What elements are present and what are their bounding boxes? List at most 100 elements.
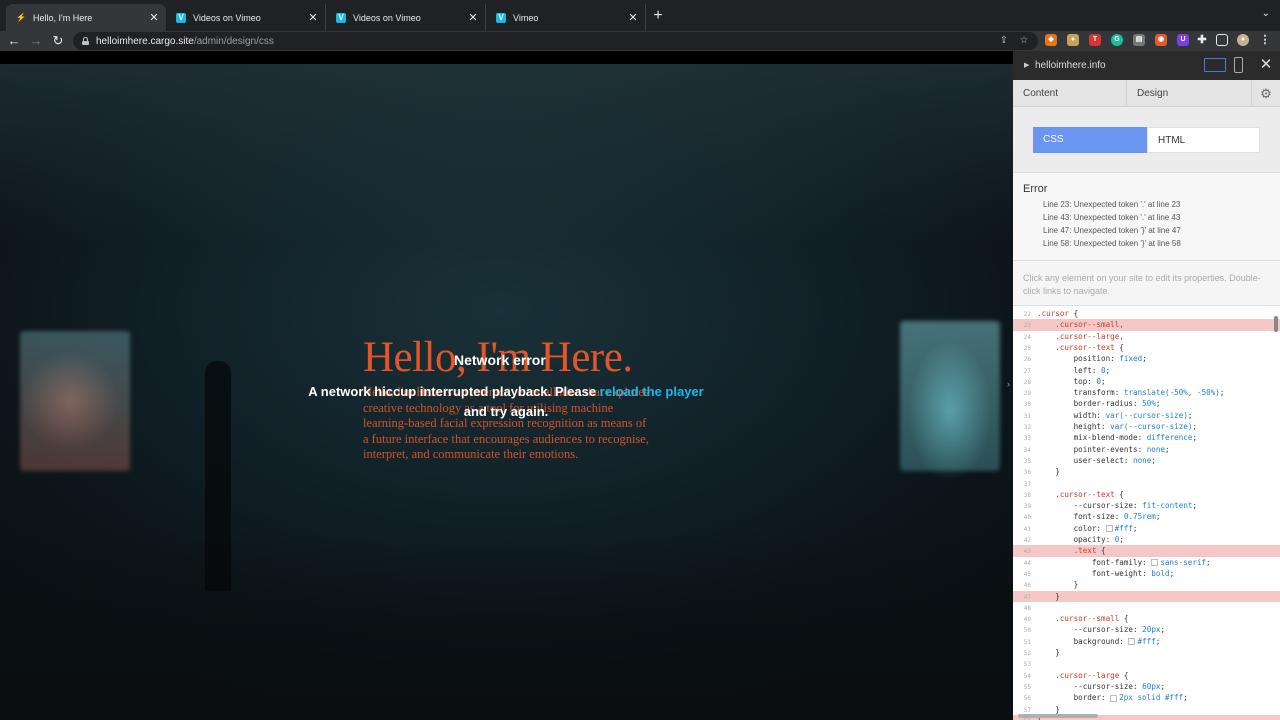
- css-code-editor[interactable]: 22 .cursor {23 .cursor--small, 24 .cursor-…: [1013, 305, 1280, 720]
- code-line-error[interactable]: 43 .text {: [1013, 545, 1280, 557]
- code-line[interactable]: 54 .cursor--large {: [1013, 670, 1280, 681]
- code-line[interactable]: 22 .cursor {: [1013, 308, 1280, 319]
- code-text[interactable]: }: [1037, 648, 1060, 657]
- lock-icon[interactable]: [82, 37, 89, 45]
- address-bar[interactable]: helloimhere.cargo.site/admin/design/css …: [73, 32, 1038, 50]
- code-line[interactable]: 45 font-weight: bold;: [1013, 568, 1280, 579]
- html-toggle-button[interactable]: HTML: [1147, 127, 1260, 153]
- code-text[interactable]: left: 0;: [1037, 366, 1111, 375]
- code-text[interactable]: }: [1037, 592, 1060, 601]
- reload-player-link[interactable]: reload the player: [600, 384, 704, 399]
- extension-icon[interactable]: ▤: [1133, 34, 1145, 46]
- code-line[interactable]: 27 left: 0;: [1013, 365, 1280, 376]
- code-line[interactable]: 26 position: fixed;: [1013, 353, 1280, 364]
- code-text[interactable]: border-radius: 50%;: [1037, 399, 1161, 408]
- color-swatch[interactable]: [1110, 694, 1118, 702]
- code-line[interactable]: 31 width: var(--cursor-size);: [1013, 410, 1280, 421]
- site-preview[interactable]: › Hello, I'm Here. Hello, I'm Here is an…: [0, 51, 1013, 720]
- desktop-view-icon[interactable]: [1204, 58, 1226, 72]
- code-text[interactable]: }: [1037, 580, 1079, 589]
- code-line-error[interactable]: 47 }: [1013, 590, 1280, 602]
- code-line[interactable]: 32 height: var(--cursor-size);: [1013, 421, 1280, 432]
- code-vertical-scrollbar[interactable]: [1274, 316, 1278, 332]
- code-line[interactable]: 36 }: [1013, 466, 1280, 477]
- code-line[interactable]: 35 user-select: none;: [1013, 455, 1280, 466]
- new-tab-button[interactable]: +: [650, 6, 666, 26]
- tab-design[interactable]: Design: [1127, 80, 1252, 107]
- code-text[interactable]: height: var(--cursor-size);: [1037, 422, 1197, 431]
- browser-tab[interactable]: V Videos on Vimeo ✕: [326, 4, 486, 31]
- reload-icon[interactable]: ↻: [50, 33, 66, 49]
- code-text[interactable]: color: #fff;: [1037, 524, 1138, 533]
- code-text[interactable]: --cursor-size: 20px;: [1037, 625, 1165, 634]
- code-text[interactable]: --cursor-size: 60px;: [1037, 682, 1165, 691]
- code-text[interactable]: user-select: none;: [1037, 456, 1156, 465]
- share-icon[interactable]: ⇪: [997, 34, 1011, 48]
- profile-avatar-icon[interactable]: ●: [1237, 34, 1249, 46]
- extension-tp-icon[interactable]: T: [1089, 34, 1101, 46]
- code-text[interactable]: }: [1037, 467, 1060, 476]
- code-line[interactable]: 30 border-radius: 50%;: [1013, 398, 1280, 409]
- back-icon[interactable]: ←: [6, 33, 22, 49]
- code-line[interactable]: 29 transform: translate(-50%, -50%);: [1013, 387, 1280, 398]
- code-text[interactable]: .cursor--text {: [1037, 490, 1124, 499]
- expand-arrow-icon[interactable]: ▶: [1024, 61, 1029, 69]
- code-line[interactable]: 39 --cursor-size: fit-content;: [1013, 500, 1280, 511]
- code-text[interactable]: border: 2px solid #fff;: [1037, 693, 1188, 702]
- extension-icon[interactable]: ●: [1067, 34, 1079, 46]
- code-text[interactable]: .text {: [1037, 546, 1106, 555]
- metamask-extension-icon[interactable]: ◆: [1045, 34, 1057, 46]
- chevron-right-icon[interactable]: ›: [1007, 379, 1010, 389]
- code-line[interactable]: 50 --cursor-size: 20px;: [1013, 624, 1280, 635]
- code-line[interactable]: 49 .cursor--small {: [1013, 613, 1280, 624]
- tab-close-icon[interactable]: ✕: [307, 11, 319, 24]
- code-text[interactable]: transform: translate(-50%, -50%);: [1037, 388, 1225, 397]
- forward-icon[interactable]: →: [28, 33, 44, 49]
- code-line-error[interactable]: 23 .cursor--small,: [1013, 319, 1280, 331]
- tab-close-icon[interactable]: ✕: [148, 11, 160, 24]
- extension-icon[interactable]: ◉: [1155, 34, 1167, 46]
- grammarly-extension-icon[interactable]: G: [1111, 34, 1123, 46]
- code-text[interactable]: pointer-events: none;: [1037, 445, 1170, 454]
- tab-content[interactable]: Content: [1013, 80, 1127, 107]
- code-line[interactable]: 53: [1013, 658, 1280, 669]
- tab-close-icon[interactable]: ✕: [627, 11, 639, 24]
- gear-icon[interactable]: ⚙: [1258, 86, 1274, 102]
- code-text[interactable]: .cursor {: [1037, 309, 1078, 318]
- code-text[interactable]: font-size: 0.75rem;: [1037, 512, 1161, 521]
- code-line[interactable]: 44 font-family: sans-serif;: [1013, 557, 1280, 568]
- tab-search-icon[interactable]: ⌄: [1262, 8, 1270, 19]
- code-line[interactable]: 48: [1013, 602, 1280, 613]
- panel-site-name[interactable]: helloimhere.info: [1035, 60, 1106, 71]
- code-text[interactable]: width: var(--cursor-size);: [1037, 411, 1193, 420]
- code-text[interactable]: --cursor-size: fit-content;: [1037, 501, 1197, 510]
- extensions-puzzle-icon[interactable]: ✚: [1196, 34, 1208, 46]
- browser-tab[interactable]: V Vimeo ✕: [486, 4, 646, 31]
- code-line[interactable]: 34 pointer-events: none;: [1013, 444, 1280, 455]
- code-text[interactable]: opacity: 0;: [1037, 535, 1124, 544]
- code-text[interactable]: .cursor--text {: [1037, 343, 1124, 352]
- code-horizontal-scrollbar[interactable]: [1018, 714, 1098, 718]
- code-text[interactable]: .cursor--small {: [1037, 614, 1128, 623]
- code-text[interactable]: .cursor--large {: [1037, 671, 1128, 680]
- code-line[interactable]: 56 border: 2px solid #fff;: [1013, 692, 1280, 703]
- code-text[interactable]: .cursor--large,: [1037, 332, 1124, 341]
- code-line[interactable]: 52 }: [1013, 647, 1280, 658]
- css-toggle-button[interactable]: CSS: [1033, 127, 1147, 153]
- code-line[interactable]: 51 background: #fff;: [1013, 636, 1280, 647]
- code-line[interactable]: 41 color: #fff;: [1013, 523, 1280, 534]
- code-line[interactable]: 33 mix-blend-mode: difference;: [1013, 432, 1280, 443]
- code-text[interactable]: font-family: sans-serif;: [1037, 558, 1211, 567]
- mobile-view-icon[interactable]: [1234, 57, 1243, 73]
- code-line[interactable]: 40 font-size: 0.75rem;: [1013, 511, 1280, 522]
- code-text[interactable]: }: [1037, 705, 1060, 714]
- code-line[interactable]: 46 }: [1013, 579, 1280, 590]
- code-line[interactable]: 38 .cursor--text {: [1013, 489, 1280, 500]
- code-line[interactable]: 28 top: 0;: [1013, 376, 1280, 387]
- bookmark-star-icon[interactable]: ☆: [1017, 34, 1031, 48]
- extension-icon[interactable]: U: [1177, 34, 1189, 46]
- code-line[interactable]: 24 .cursor--large,: [1013, 331, 1280, 342]
- code-text[interactable]: background: #fff;: [1037, 637, 1161, 646]
- code-line[interactable]: 42 opacity: 0;: [1013, 534, 1280, 545]
- close-icon[interactable]: ✕: [1258, 56, 1274, 74]
